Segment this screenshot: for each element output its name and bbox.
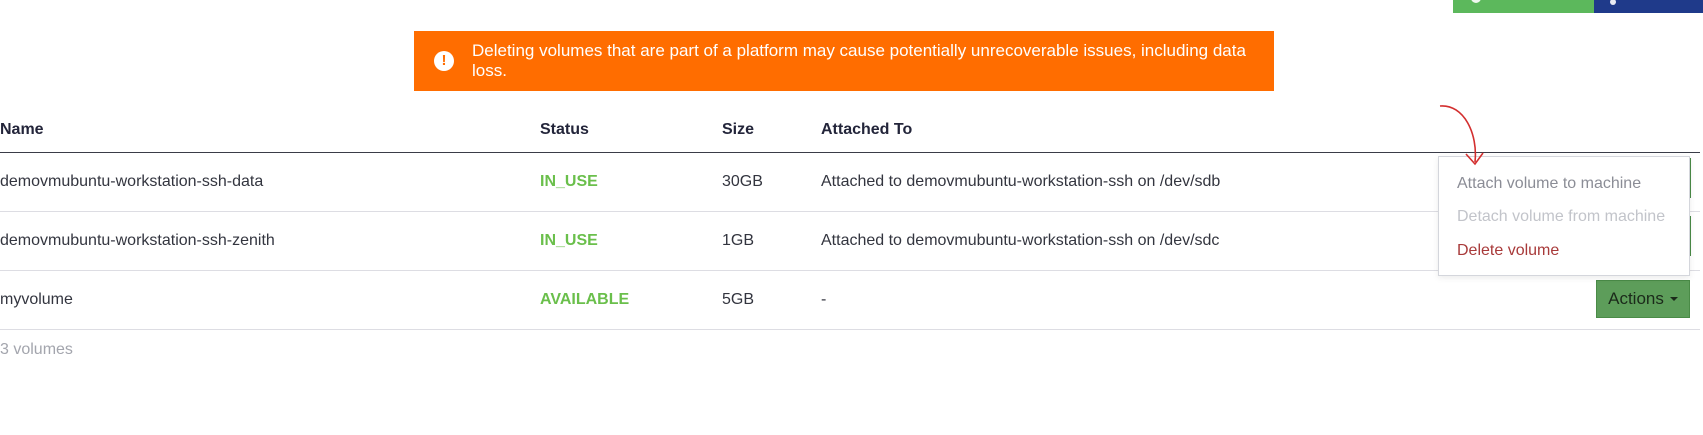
top-button-icon — [1471, 0, 1481, 3]
attached-to: Attached to demovmubuntu-workstation-ssh… — [821, 232, 1220, 249]
volume-name: myvolume — [0, 291, 73, 308]
volume-size: 30GB — [722, 173, 763, 190]
volumes-page: ! Deleting volumes that are part of a pl… — [0, 0, 1703, 435]
volume-size: 5GB — [722, 291, 755, 308]
top-blue-button[interactable] — [1594, 0, 1703, 13]
exclamation-circle-icon: ! — [434, 51, 454, 71]
status-badge: AVAILABLE — [540, 291, 630, 308]
actions-label: Actions — [1608, 289, 1664, 308]
column-header-name[interactable]: Name — [0, 121, 44, 139]
column-header-size[interactable]: Size — [722, 121, 754, 139]
status-badge: IN_USE — [540, 173, 598, 190]
menu-item-detach-volume: Detach volume from machine — [1457, 208, 1666, 225]
actions-button[interactable]: Actions — [1596, 280, 1690, 318]
annotation-arrow-icon — [1439, 105, 1484, 166]
volume-size: 1GB — [722, 232, 755, 249]
attached-to: Attached to demovmubuntu-workstation-ssh… — [821, 173, 1221, 190]
volume-name: demovmubuntu-workstation-ssh-zenith — [0, 232, 275, 249]
top-green-button[interactable] — [1453, 0, 1594, 13]
column-header-status[interactable]: Status — [540, 121, 589, 139]
status-badge: IN_USE — [540, 232, 598, 249]
warning-text: Deleting volumes that are part of a plat… — [472, 41, 1246, 80]
top-button-icon — [1610, 0, 1616, 5]
menu-item-delete-volume[interactable]: Delete volume — [1457, 242, 1559, 260]
volume-count: 3 volumes — [0, 341, 73, 358]
attached-to: - — [821, 291, 827, 308]
warning-banner: ! Deleting volumes that are part of a pl… — [414, 31, 1274, 91]
column-header-attached-to[interactable]: Attached To — [821, 121, 912, 139]
menu-item-attach-volume[interactable]: Attach volume to machine — [1457, 175, 1641, 193]
table-row: myvolume AVAILABLE 5GB - — [0, 271, 1700, 330]
caret-down-icon — [1669, 297, 1678, 301]
volume-name: demovmubuntu-workstation-ssh-data — [0, 173, 264, 190]
